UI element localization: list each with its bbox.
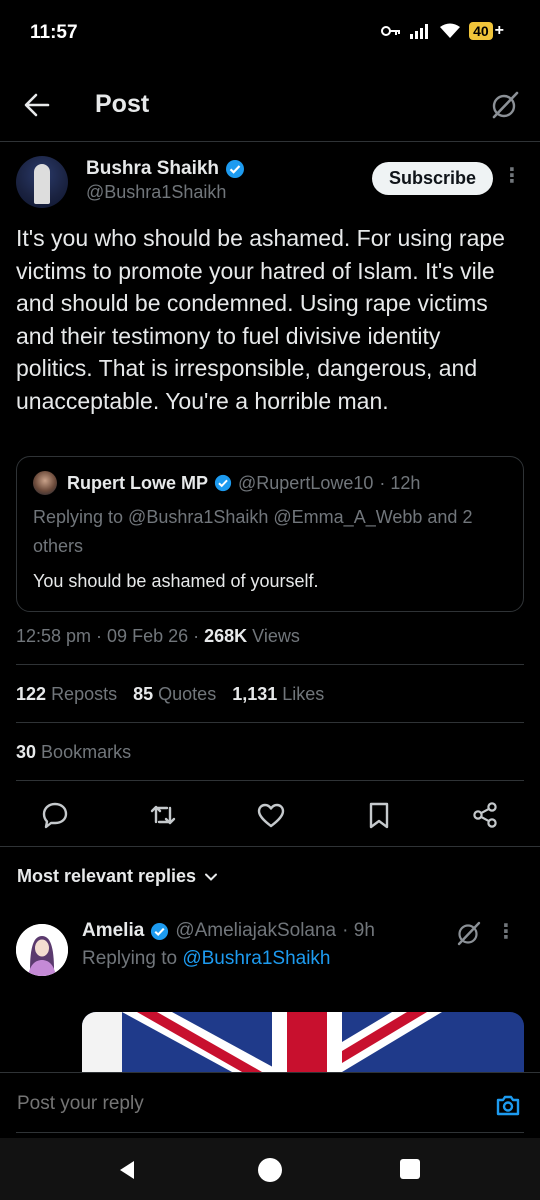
- page-title: Post: [95, 90, 150, 118]
- replying-prefix: Replying to: [82, 948, 183, 969]
- reply-compose-bar: [0, 1072, 540, 1138]
- top-bar: Post: [0, 68, 540, 142]
- bookmark-icon[interactable]: [364, 800, 394, 830]
- reply-image[interactable]: [82, 1012, 524, 1072]
- action-bar: [0, 800, 540, 834]
- quote-replying-to: Replying to @Bushra1Shaikh @Emma_A_Webb …: [33, 507, 473, 556]
- reply-time: · 9h: [342, 920, 375, 941]
- author-name: Bushra Shaikh: [86, 158, 220, 179]
- quotes-stat[interactable]: 85 Quotes: [133, 684, 216, 705]
- charging-indicator: +: [494, 22, 504, 39]
- quotes-label: Quotes: [158, 684, 217, 704]
- wifi-icon: [440, 23, 461, 38]
- post-author: Bushra Shaikh @Bushra1Shaikh: [86, 158, 245, 203]
- divider: [16, 1132, 524, 1133]
- avatar[interactable]: [16, 924, 68, 976]
- post-timestamp: 12:58 pm · 09 Feb 26 ·: [16, 626, 205, 646]
- grok-icon[interactable]: [456, 920, 482, 946]
- key-icon: [381, 26, 401, 36]
- status-icons: 40 +: [381, 22, 504, 40]
- post-text: It's you who should be ashamed. For usin…: [16, 225, 505, 414]
- quote-author-name: Rupert Lowe MP: [67, 472, 209, 493]
- post-meta: 12:58 pm · 09 Feb 26 · 268K Views: [16, 626, 300, 647]
- divider: [16, 722, 524, 723]
- reposts-label: Reposts: [51, 684, 118, 704]
- likes-stat[interactable]: 1,131 Likes: [232, 684, 324, 705]
- reply-icon[interactable]: [40, 800, 70, 830]
- nav-back-icon[interactable]: [116, 1158, 140, 1182]
- verified-badge-icon: [214, 474, 232, 492]
- chevron-down-icon: [205, 873, 218, 881]
- replies-sort-label: Most relevant replies: [17, 866, 197, 886]
- repost-icon[interactable]: [148, 800, 178, 830]
- divider: [16, 664, 524, 665]
- like-icon[interactable]: [256, 800, 286, 830]
- grok-icon[interactable]: [490, 90, 520, 120]
- quote-time: · 12h: [379, 472, 421, 493]
- battery-icon: 40: [469, 22, 493, 40]
- signal-icon: [410, 24, 429, 39]
- reply-author-handle: @AmeliajakSolana: [175, 920, 337, 941]
- status-bar: 11:57 40 +: [0, 0, 540, 68]
- more-options-icon[interactable]: ⋮: [496, 922, 516, 942]
- replies-sort-dropdown[interactable]: Most relevant replies: [17, 866, 218, 887]
- system-nav-bar: [0, 1138, 540, 1200]
- camera-icon[interactable]: [494, 1091, 522, 1119]
- likes-label: Likes: [282, 684, 325, 704]
- verified-badge-icon: [151, 922, 169, 940]
- nav-home-icon[interactable]: [258, 1158, 282, 1182]
- views-count: 268K: [204, 626, 248, 646]
- quote-author-handle: @RupertLowe10: [238, 472, 374, 493]
- quote-header: Rupert Lowe MP @RupertLowe10 · 12h: [33, 471, 420, 495]
- quote-avatar: [33, 471, 57, 495]
- reply-replying-to: Replying to @Bushra1Shaikh: [82, 948, 331, 970]
- author-handle: @Bushra1Shaikh: [86, 182, 227, 202]
- status-time: 11:57: [30, 22, 78, 43]
- divider: [16, 780, 524, 781]
- verified-badge-icon: [226, 160, 245, 178]
- quotes-count: 85: [133, 684, 154, 704]
- subscribe-button[interactable]: Subscribe: [371, 162, 493, 195]
- share-icon[interactable]: [470, 800, 500, 830]
- avatar[interactable]: [16, 156, 68, 208]
- union-jack-flag-image: [82, 1012, 524, 1072]
- replying-mention-link[interactable]: @Bushra1Shaikh: [182, 948, 330, 969]
- section-divider: [0, 846, 540, 847]
- quoted-post[interactable]: Rupert Lowe MP @RupertLowe10 · 12h Reply…: [16, 456, 524, 612]
- reply-header: Amelia @AmeliajakSolana · 9h: [82, 920, 375, 942]
- reposts-count: 122: [16, 684, 47, 704]
- likes-count: 1,131: [232, 684, 278, 704]
- reply-author-name[interactable]: Amelia: [82, 920, 144, 942]
- reposts-stat[interactable]: 122 Reposts: [16, 684, 117, 705]
- bookmarks-label: Bookmarks: [41, 742, 132, 762]
- bookmarks-stat[interactable]: 30 Bookmarks: [16, 742, 131, 763]
- reply-avatar-illustration: [16, 924, 68, 976]
- nav-recents-icon[interactable]: [400, 1159, 420, 1179]
- views-label: Views: [247, 626, 300, 646]
- back-arrow-icon[interactable]: [22, 90, 52, 120]
- quote-text: You should be ashamed of yourself.: [33, 571, 319, 591]
- engagement-stats: 122 Reposts 85 Quotes 1,131 Likes: [16, 684, 324, 705]
- reply-input[interactable]: [17, 1093, 417, 1115]
- bookmarks-count: 30: [16, 742, 37, 762]
- author-name-row[interactable]: Bushra Shaikh: [86, 158, 245, 180]
- more-options-icon[interactable]: ⋮: [502, 166, 522, 186]
